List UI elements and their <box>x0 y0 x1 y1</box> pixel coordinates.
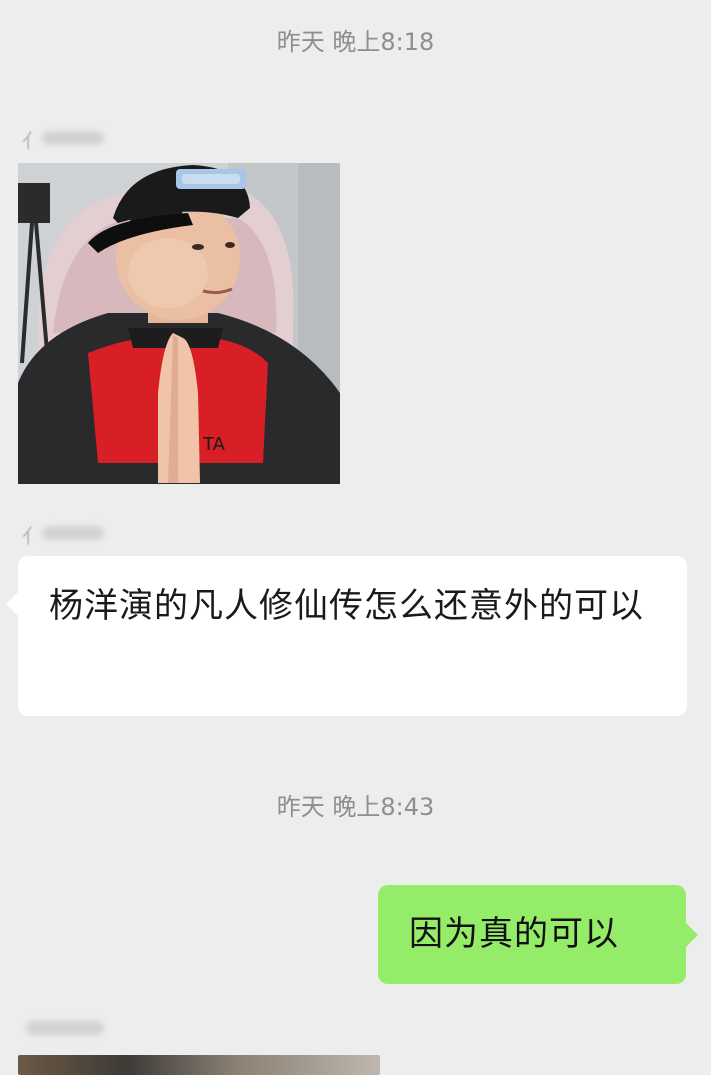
sender-name-blurred <box>22 1013 112 1043</box>
timestamp: 昨天 晚上8:43 <box>276 793 435 821</box>
sender-name-blurred: 亻 <box>22 518 112 548</box>
message-text: 杨洋演的凡人修仙传怎么还意外的可以 <box>49 586 644 626</box>
image-message-partial[interactable] <box>18 1055 380 1075</box>
message-text: 因为真的可以 <box>409 914 619 954</box>
incoming-message-bubble[interactable]: 杨洋演的凡人修仙传怎么还意外的可以 <box>6 556 687 716</box>
image-message[interactable]: TA <box>18 163 340 484</box>
outgoing-message-bubble[interactable]: 因为真的可以 <box>378 885 698 984</box>
svg-text:TA: TA <box>202 434 226 455</box>
sender-name-blurred: 亻 <box>22 123 112 153</box>
timestamp: 昨天 晚上8:18 <box>276 28 435 56</box>
sticker-image: TA <box>18 163 340 484</box>
